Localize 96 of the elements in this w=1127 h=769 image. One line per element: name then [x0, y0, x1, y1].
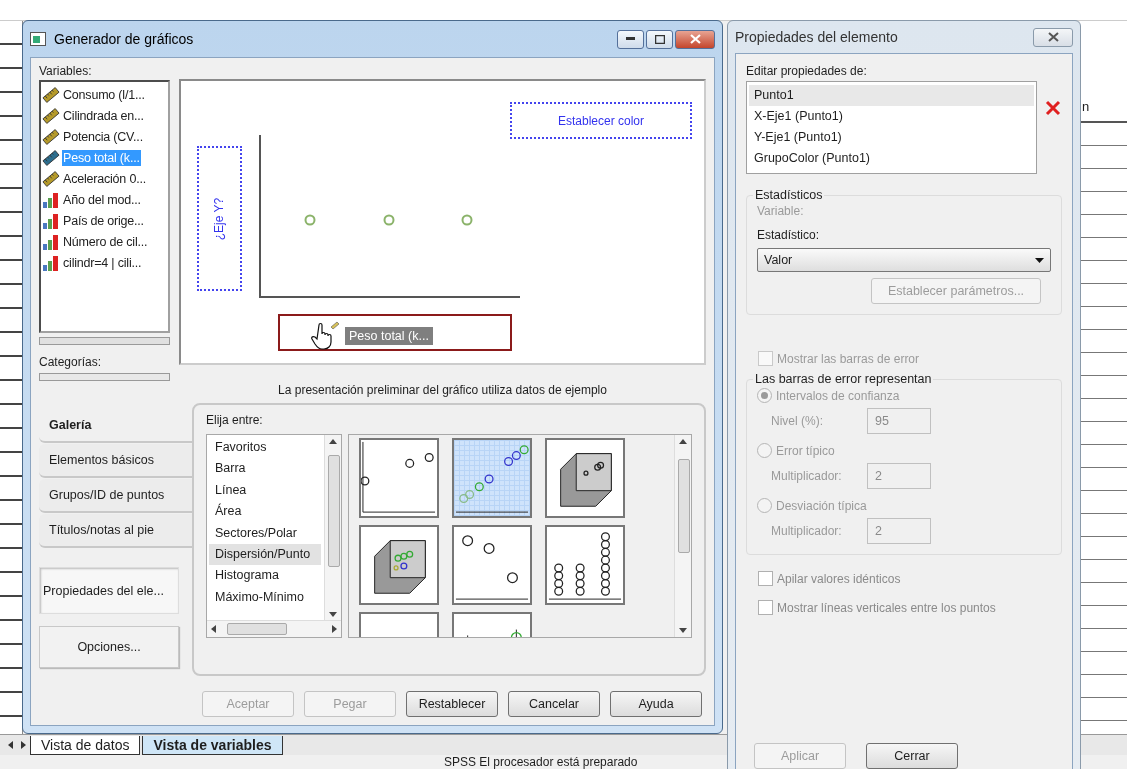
gallery-tab[interactable]: Grupos/ID de puntos — [39, 479, 192, 513]
chart-thumbnail[interactable] — [359, 438, 439, 518]
x-axis-drop-zone[interactable] — [278, 314, 512, 351]
radio-label: Desviación típica — [776, 498, 867, 513]
vertical-scrollbar[interactable] — [674, 435, 691, 637]
maximize-icon — [654, 34, 665, 44]
variable-item[interactable]: País de orige... — [62, 212, 145, 229]
statistics-legend: Estadísticos — [753, 188, 825, 202]
dragged-variable: Peso total (k... — [345, 327, 433, 345]
dialog-button[interactable]: Restablecer — [406, 691, 498, 717]
statistic-select[interactable]: Valor — [757, 248, 1051, 272]
dialog-button[interactable]: Cancelar — [508, 691, 600, 717]
horizontal-scrollbar[interactable] — [207, 620, 341, 637]
variable-item[interactable]: Potencia (CV... — [62, 128, 144, 145]
checkbox[interactable] — [758, 571, 773, 586]
categories-label: Categorías: — [39, 355, 103, 369]
edit-properties-label: Editar propiedades de: — [746, 64, 868, 78]
preview-caption: La presentación preliminar del gráfico utiliza datos de ejemplo — [278, 383, 607, 397]
minimize-icon — [625, 37, 636, 41]
nominal-bars-icon — [42, 212, 60, 229]
scroll-down-icon[interactable] — [679, 628, 687, 633]
window-title: Generador de gráficos — [54, 31, 195, 47]
radio-label: Intervalos de confianza — [776, 388, 900, 403]
nominal-bars-icon — [42, 233, 60, 250]
chart-type-item[interactable]: Favoritos — [209, 437, 321, 459]
field-label: Multiplicador: — [771, 524, 843, 538]
element-item[interactable]: GrupoColor (Punto1) — [749, 148, 1034, 169]
gallery-tab[interactable]: Elementos básicos — [39, 444, 192, 478]
y-axis-drop-zone[interactable]: ¿Eje Y? — [197, 146, 242, 291]
vertical-scrollbar[interactable] — [324, 435, 341, 621]
field-label: Multiplicador: — [771, 469, 843, 483]
element-item[interactable]: Punto1 — [749, 85, 1034, 106]
side-button[interactable]: Propiedades del ele... — [39, 567, 179, 614]
sheet-tab[interactable]: Vista de datos — [30, 735, 141, 755]
variable-item[interactable]: Consumo (l/1... — [62, 86, 146, 103]
side-button[interactable]: Opciones... — [39, 626, 179, 668]
chart-thumbnail[interactable] — [452, 438, 532, 518]
scroll-right-icon[interactable] — [18, 739, 28, 751]
hand-cursor-icon — [311, 321, 341, 351]
scroll-down-icon[interactable] — [329, 612, 337, 617]
variable-item[interactable]: Cilindrada en... — [62, 107, 145, 124]
chart-thumbnail[interactable] — [359, 525, 439, 605]
statistic-label: Estadístico: — [757, 228, 821, 242]
dialog-button[interactable]: Cerrar — [866, 743, 958, 769]
checkbox-label: Mostrar líneas verticales entre los puntos — [777, 600, 996, 615]
chart-thumbnail[interactable] — [452, 525, 532, 605]
nominal-bars-icon — [42, 254, 60, 271]
variable-label: Variable: — [757, 204, 805, 218]
variable-item[interactable]: Aceleración 0... — [62, 170, 147, 187]
dropdown-caret-icon — [1035, 257, 1044, 263]
radio-label: Error típico — [776, 443, 835, 458]
close-icon — [689, 34, 701, 44]
chart-type-item[interactable]: Máximo-Mínimo — [209, 586, 321, 609]
chart-type-item[interactable]: Dispersión/Punto — [209, 543, 321, 566]
scroll-up-icon[interactable] — [679, 439, 687, 444]
checkbox-label: Mostrar las barras de error — [777, 351, 920, 366]
choose-label: Elija entre: — [206, 413, 264, 427]
error-bars-legend: Las barras de error representan — [753, 372, 934, 386]
sample-point — [461, 214, 473, 226]
window-title: Propiedades del elemento — [735, 29, 899, 45]
chart-type-item[interactable]: Barra — [209, 458, 321, 480]
close-icon — [1047, 32, 1059, 42]
checkbox-label: Apilar valores idénticos — [777, 571, 901, 586]
close-button[interactable] — [675, 29, 715, 49]
chart-type-item[interactable]: Línea — [209, 479, 321, 502]
status-text: SPSS El procesador está preparado — [444, 755, 638, 769]
nominal-bars-icon — [42, 191, 60, 208]
dialog-button[interactable]: Ayuda — [610, 691, 702, 717]
chart-thumbnail[interactable] — [545, 438, 625, 518]
variable-item[interactable]: Número de cil... — [62, 233, 149, 250]
variable-item[interactable]: cilindr=4 | cili... — [62, 254, 143, 271]
variables-label: Variables: — [39, 64, 93, 78]
scroll-up-icon[interactable] — [329, 439, 337, 444]
gallery-tab[interactable]: Títulos/notas al pie — [39, 514, 192, 548]
maximize-button[interactable] — [646, 29, 673, 49]
minimize-button[interactable] — [617, 29, 644, 49]
scroll-right-icon[interactable] — [332, 625, 337, 633]
chart-thumbnail[interactable] — [545, 525, 625, 605]
splitter-handle[interactable] — [39, 337, 170, 345]
color-drop-zone[interactable]: Establecer color — [510, 102, 692, 139]
scroll-left-icon[interactable] — [211, 625, 216, 633]
sample-point — [383, 214, 395, 226]
window-icon — [30, 32, 46, 46]
delete-icon[interactable] — [1045, 99, 1061, 116]
element-item[interactable]: X-Eje1 (Punto1) — [749, 106, 1034, 127]
field-label: Nivel (%): — [771, 414, 824, 428]
chart-type-item[interactable]: Histograma — [209, 565, 321, 587]
sheet-tab[interactable]: Vista de variables — [142, 735, 283, 755]
chart-type-item[interactable]: Área — [209, 501, 321, 523]
element-item[interactable]: Y-Eje1 (Punto1) — [749, 127, 1034, 148]
scroll-left-icon[interactable] — [6, 739, 16, 751]
sample-point — [304, 214, 316, 226]
variable-item[interactable]: Año del mod... — [62, 191, 142, 208]
close-button[interactable] — [1033, 27, 1073, 47]
checkbox[interactable] — [758, 600, 773, 615]
chart-type-item[interactable]: Sectores/Polar — [209, 522, 321, 544]
